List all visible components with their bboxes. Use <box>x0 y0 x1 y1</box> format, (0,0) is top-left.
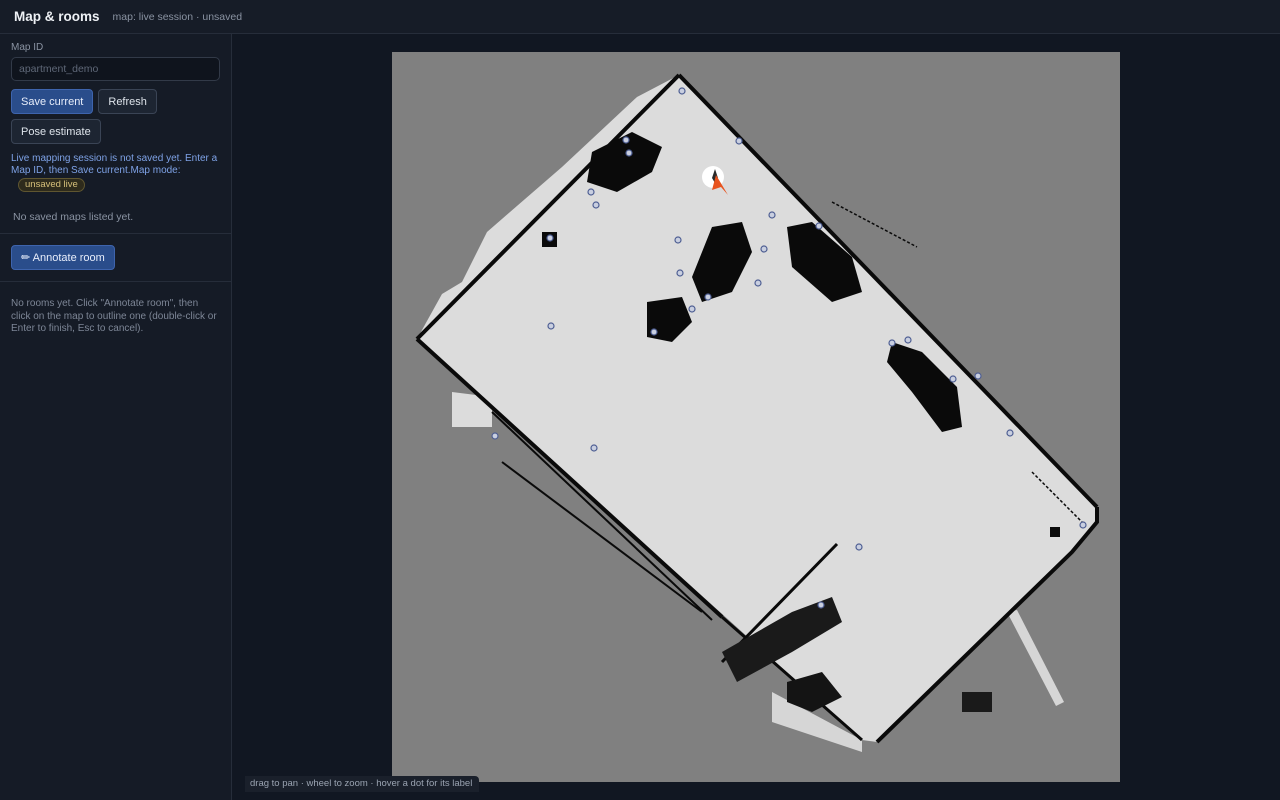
waypoint-dot[interactable] <box>650 328 658 336</box>
waypoint-dot[interactable] <box>547 322 555 330</box>
waypoint-dot[interactable] <box>735 137 743 145</box>
annotate-room-button[interactable]: ✏ Annotate room <box>11 245 115 270</box>
waypoint-dot[interactable] <box>1079 521 1087 529</box>
waypoint-dot[interactable] <box>674 236 682 244</box>
waypoint-dot[interactable] <box>855 543 863 551</box>
waypoint-dot[interactable] <box>888 339 896 347</box>
unsaved-note-text: Live mapping session is not saved yet. E… <box>11 153 218 176</box>
map-svg[interactable] <box>392 52 1120 782</box>
waypoint-dot[interactable] <box>768 211 776 219</box>
waypoint-dot[interactable] <box>704 293 712 301</box>
waypoint-dot[interactable] <box>676 269 684 277</box>
map-controls-hint: drag to pan · wheel to zoom · hover a do… <box>245 776 480 792</box>
page-title: Map & rooms <box>14 9 100 24</box>
rooms-section: ✏ Annotate room <box>0 234 231 281</box>
waypoint-dot[interactable] <box>817 601 825 609</box>
waypoint-dot[interactable] <box>678 87 686 95</box>
map-id-input[interactable] <box>11 57 220 81</box>
waypoint-dot[interactable] <box>622 136 630 144</box>
rooms-empty-text: No rooms yet. Click "Annotate room", the… <box>11 298 217 335</box>
waypoint-dot[interactable] <box>949 375 957 383</box>
waypoint-dot[interactable] <box>587 188 595 196</box>
waypoint-dot[interactable] <box>590 444 598 452</box>
map-section: Map ID Save current Refresh Pose estimat… <box>0 34 231 233</box>
save-current-button[interactable]: Save current <box>11 89 94 114</box>
waypoint-dot[interactable] <box>1006 429 1014 437</box>
obstacle <box>1050 527 1060 537</box>
refresh-button[interactable]: Refresh <box>98 89 157 114</box>
sidebar: Map ID Save current Refresh Pose estimat… <box>0 34 232 800</box>
waypoint-dot[interactable] <box>760 245 768 253</box>
waypoint-dot[interactable] <box>815 222 823 230</box>
waypoint-dot[interactable] <box>491 432 499 440</box>
pose-estimate-button[interactable]: Pose estimate <box>11 119 101 144</box>
waypoint-dot[interactable] <box>592 201 600 209</box>
occupancy-map[interactable] <box>392 52 1120 782</box>
map-id-label: Map ID <box>11 42 44 53</box>
map-mode-badge: unsaved live <box>18 178 85 192</box>
obstacle <box>962 692 992 712</box>
waypoint-dot[interactable] <box>904 336 912 344</box>
top-bar: Map & rooms map: live session · unsaved <box>0 0 1280 34</box>
waypoint-dot[interactable] <box>625 149 633 157</box>
waypoint-dot[interactable] <box>688 305 696 313</box>
saved-maps-empty: No saved maps listed yet. <box>13 211 134 223</box>
waypoint-dot[interactable] <box>974 372 982 380</box>
pose-row: Pose estimate <box>11 119 220 144</box>
waypoint-dot[interactable] <box>754 279 762 287</box>
map-viewport[interactable]: drag to pan · wheel to zoom · hover a do… <box>233 34 1280 800</box>
map-actions-row: Save current Refresh <box>11 89 220 114</box>
free-space-patch <box>452 392 492 427</box>
waypoint-dot[interactable] <box>546 234 554 242</box>
map-status-subtitle: map: live session · unsaved <box>112 10 243 23</box>
unsaved-session-note: Live mapping session is not saved yet. E… <box>11 153 220 192</box>
